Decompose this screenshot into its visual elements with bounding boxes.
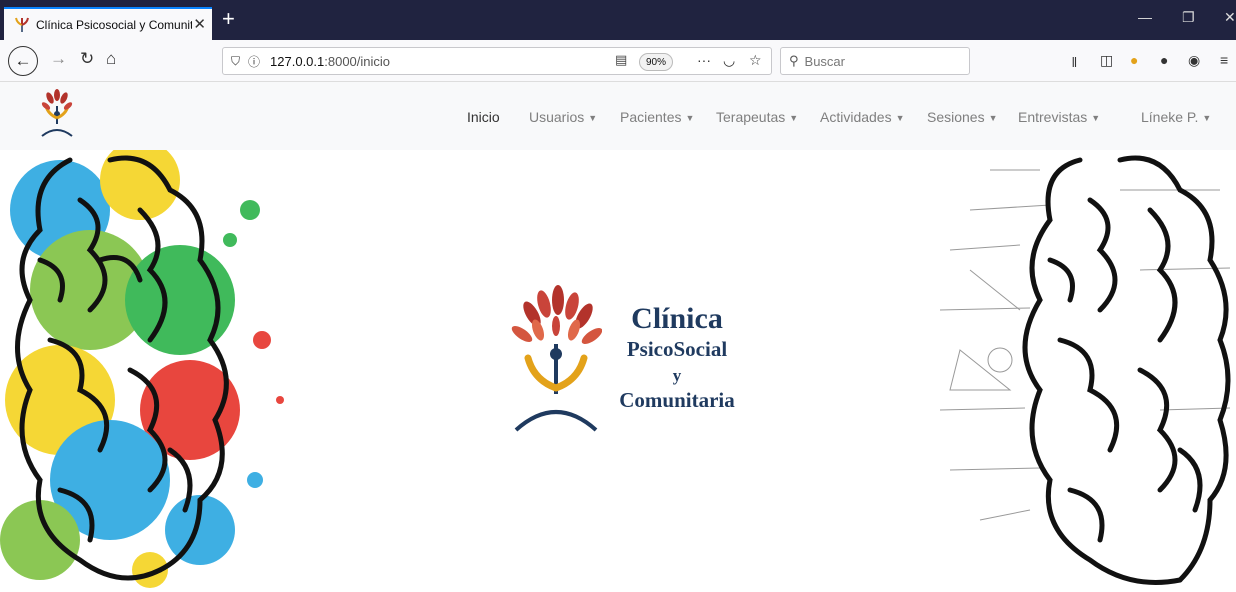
page-actions-icon[interactable]: ···: [697, 52, 711, 68]
nav-entrevistas[interactable]: Entrevistas ▼: [1018, 109, 1100, 125]
tab-close-icon[interactable]: ✕: [193, 15, 206, 33]
nav-actividades[interactable]: Actividades ▼: [820, 109, 905, 125]
star-icon[interactable]: ☆: [749, 52, 762, 69]
browser-titlebar: Clínica Psicosocial y Comunitaria ✕ + — …: [0, 0, 1236, 40]
url-bar[interactable]: ⛉ ⓘ 127.0.0.1:8000/inicio ▤ 90% ··· ◡ ☆: [222, 47, 772, 75]
arrow-right-icon[interactable]: →: [50, 49, 67, 69]
formula-brain-image: [939, 155, 1231, 585]
arrow-left-icon: ←: [14, 51, 32, 70]
nav-sesiones[interactable]: Sesiones ▼: [927, 109, 998, 125]
caret-down-icon: ▼: [588, 113, 598, 123]
window-minimize-button[interactable]: —: [1138, 9, 1152, 25]
caret-down-icon: ▼: [685, 113, 695, 123]
search-input[interactable]: ⚲ Buscar: [780, 47, 970, 75]
account-icon[interactable]: ◉: [1188, 52, 1200, 69]
window-close-button[interactable]: ✕: [1224, 9, 1236, 26]
new-tab-button[interactable]: +: [222, 6, 235, 32]
caret-down-icon: ▼: [895, 113, 905, 123]
colorful-brain-image: [0, 150, 284, 588]
reload-icon[interactable]: ↻: [80, 49, 94, 69]
url-path: :8000/inicio: [324, 53, 391, 69]
zoom-level[interactable]: 90%: [639, 53, 673, 71]
reader-view-icon[interactable]: ▤: [615, 52, 627, 68]
site-logo[interactable]: [40, 88, 74, 145]
brand-line-4: Comunitaria: [619, 388, 735, 412]
window-restore-button[interactable]: ❐: [1182, 9, 1195, 26]
brand-line-2: PsicoSocial: [626, 337, 728, 361]
clinic-logo-emblem: [511, 285, 602, 432]
home-icon[interactable]: ⌂: [106, 49, 116, 69]
hero-banner: Clínica PsicoSocial y Comunitaria: [0, 150, 1236, 592]
caret-down-icon: ▼: [1202, 113, 1212, 123]
library-icon[interactable]: 𝍪: [1072, 52, 1077, 76]
caret-down-icon: ▼: [988, 113, 998, 123]
url-host: 127.0.0.1: [270, 53, 325, 69]
clinic-brand-text: Clínica PsicoSocial y Comunitaria: [602, 302, 752, 413]
url-text[interactable]: 127.0.0.1:8000/inicio: [270, 54, 390, 69]
browser-tab-active[interactable]: Clínica Psicosocial y Comunitaria ✕: [4, 7, 212, 40]
extension-icon[interactable]: ●: [1130, 52, 1138, 68]
back-button[interactable]: ←: [8, 46, 38, 76]
info-icon[interactable]: ⓘ: [248, 53, 260, 70]
caret-down-icon: ▼: [789, 113, 799, 123]
nav-inicio[interactable]: Inicio: [467, 109, 500, 125]
caret-down-icon: ▼: [1091, 113, 1101, 123]
brand-line-1: Clínica: [631, 302, 723, 335]
browser-toolbar: ← → ↻ ⌂ ⛉ ⓘ 127.0.0.1:8000/inicio ▤ 90% …: [0, 40, 1236, 82]
nav-usuarios[interactable]: Usuarios ▼: [529, 109, 597, 125]
nav-terapeutas[interactable]: Terapeutas ▼: [716, 109, 798, 125]
nav-pacientes[interactable]: Pacientes ▼: [620, 109, 694, 125]
search-icon: ⚲: [789, 53, 799, 68]
extension-icon-2[interactable]: ●: [1160, 52, 1168, 68]
pocket-icon[interactable]: ◡: [723, 52, 735, 69]
sidebar-icon[interactable]: ◫: [1100, 52, 1113, 69]
tab-title: Clínica Psicosocial y Comunitaria: [36, 17, 192, 32]
shield-icon[interactable]: ⛉: [231, 54, 240, 69]
hamburger-icon[interactable]: ≡: [1220, 52, 1228, 68]
search-placeholder: Buscar: [804, 53, 845, 69]
nav-user-menu[interactable]: Líneke P. ▼: [1141, 109, 1211, 125]
site-navbar: Inicio Usuarios ▼ Pacientes ▼ Terapeutas ▼ …: [0, 82, 1236, 150]
brand-line-3: y: [672, 366, 682, 385]
tree-logo-icon: [14, 17, 30, 33]
